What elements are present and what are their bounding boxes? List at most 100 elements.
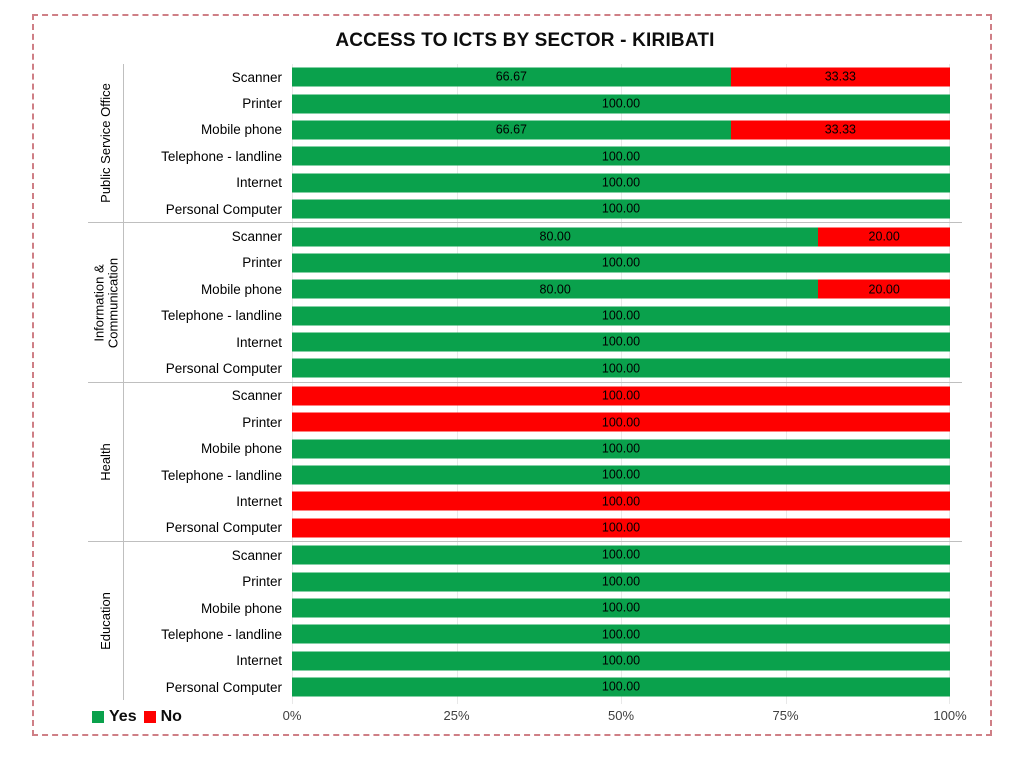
bar-segment-yes[interactable]: 66.67 <box>292 120 731 140</box>
bar-segment-no[interactable]: 100.00 <box>292 386 950 406</box>
sector-groups: Public Service Office Scanner 66.67 33.33 Pr… <box>88 64 962 701</box>
row-label: Personal Computer <box>165 679 282 695</box>
row-label: Scanner <box>231 229 282 245</box>
row-label: Personal Computer <box>165 360 282 376</box>
bar-value-label: 100.00 <box>601 201 641 216</box>
bar-track: 80.00 20.00 <box>292 227 950 247</box>
bar-segment-no[interactable]: 100.00 <box>292 491 950 511</box>
bar-segment-yes[interactable]: 100.00 <box>292 598 950 618</box>
x-axis: 0% 25% 50% 75% 100% <box>283 706 967 728</box>
bar-segment-yes[interactable]: 100.00 <box>292 624 950 644</box>
bar-segment-no[interactable]: 20.00 <box>818 279 950 299</box>
row-label: Mobile phone <box>200 122 282 138</box>
chart-row: Mobile phone 100.00 <box>88 595 962 621</box>
row-label: Internet <box>236 653 282 669</box>
chart-row: Internet 100.00 <box>88 648 962 674</box>
row-bars: 100.00 <box>292 435 950 461</box>
row-label: Scanner <box>231 547 282 563</box>
bar-segment-yes[interactable]: 100.00 <box>292 465 950 485</box>
bar-track: 100.00 <box>292 306 950 326</box>
row-bars: 80.00 20.00 <box>292 223 950 249</box>
bar-track: 100.00 <box>292 439 950 459</box>
chart-row: Mobile phone 100.00 <box>88 435 962 461</box>
bar-segment-yes[interactable]: 100.00 <box>292 332 950 352</box>
row-bars: 100.00 <box>292 462 950 488</box>
row-bars: 100.00 <box>292 568 950 594</box>
bar-segment-yes[interactable]: 100.00 <box>292 358 950 378</box>
chart-title: ACCESS TO ICTS BY SECTOR - KIRIBATI <box>335 30 715 51</box>
bar-segment-yes[interactable]: 66.67 <box>292 67 731 87</box>
bar-segment-no[interactable]: 100.00 <box>292 412 950 432</box>
bar-value-label: 100.00 <box>601 175 641 190</box>
bar-segment-yes[interactable]: 100.00 <box>292 253 950 273</box>
row-label: Printer <box>242 414 282 430</box>
chart-row: Telephone - landline 100.00 <box>88 303 962 329</box>
bar-segment-yes[interactable]: 100.00 <box>292 572 950 592</box>
chart-row: Personal Computer 100.00 <box>88 196 962 222</box>
bar-value-label: 20.00 <box>868 282 900 297</box>
row-bars: 80.00 20.00 <box>292 276 950 302</box>
chart-row: Telephone - landline 100.00 <box>88 462 962 488</box>
chart-row: Personal Computer 100.00 <box>88 515 962 541</box>
bar-segment-yes[interactable]: 100.00 <box>292 146 950 166</box>
bar-track: 100.00 <box>292 173 950 193</box>
row-label: Printer <box>242 96 282 112</box>
bar-value-label: 100.00 <box>601 415 641 430</box>
row-label: Personal Computer <box>165 201 282 217</box>
chart-row: Telephone - landline 100.00 <box>88 143 962 169</box>
bar-segment-yes[interactable]: 100.00 <box>292 439 950 459</box>
row-bars: 100.00 <box>292 329 950 355</box>
chart-row: Telephone - landline 100.00 <box>88 621 962 647</box>
sector-group: Health Scanner 100.00 Printer 100.00 Mobile p… <box>88 381 962 542</box>
bar-segment-yes[interactable]: 100.00 <box>292 94 950 114</box>
sector-group: Public Service Office Scanner 66.67 33.33 Pr… <box>88 64 962 223</box>
legend-item-no[interactable]: No <box>143 708 182 726</box>
bar-segment-yes[interactable]: 100.00 <box>292 173 950 193</box>
chart-row: Mobile phone 66.67 33.33 <box>88 117 962 143</box>
bar-track: 66.67 33.33 <box>292 67 950 87</box>
bar-segment-no[interactable]: 100.00 <box>292 518 950 538</box>
chart-row: Printer 100.00 <box>88 409 962 435</box>
legend-swatch-yes-icon <box>92 711 104 723</box>
chart-row: Scanner 66.67 33.33 <box>88 64 962 90</box>
bar-value-label: 100.00 <box>601 334 641 349</box>
bar-segment-yes[interactable]: 100.00 <box>292 677 950 697</box>
row-bars: 100.00 <box>292 542 950 568</box>
bar-track: 100.00 <box>292 491 950 511</box>
bar-value-label: 100.00 <box>601 520 641 535</box>
row-bars: 100.00 <box>292 143 950 169</box>
legend-item-yes[interactable]: Yes <box>92 708 137 726</box>
bar-value-label: 100.00 <box>601 361 641 376</box>
bar-value-label: 100.00 <box>601 96 641 111</box>
bar-segment-yes[interactable]: 100.00 <box>292 306 950 326</box>
plot-area: Public Service Office Scanner 66.67 33.33 Pr… <box>88 64 962 704</box>
bar-value-label: 100.00 <box>601 600 641 615</box>
row-bars: 100.00 <box>292 648 950 674</box>
bar-track: 100.00 <box>292 677 950 697</box>
bar-segment-yes[interactable]: 80.00 <box>292 279 819 299</box>
chart-row: Printer 100.00 <box>88 568 962 594</box>
bar-segment-yes[interactable]: 100.00 <box>292 651 950 671</box>
bar-segment-yes[interactable]: 80.00 <box>292 227 819 247</box>
bar-segment-yes[interactable]: 100.00 <box>292 545 950 565</box>
bar-segment-yes[interactable]: 100.00 <box>292 199 950 219</box>
bar-value-label: 100.00 <box>601 388 641 403</box>
bar-segment-no[interactable]: 33.33 <box>730 67 950 87</box>
row-label: Mobile phone <box>200 281 282 297</box>
bar-track: 100.00 <box>292 598 950 618</box>
bar-value-label: 100.00 <box>601 653 641 668</box>
bar-segment-no[interactable]: 33.33 <box>730 120 950 140</box>
row-label: Telephone - landline <box>161 148 282 164</box>
axis-tick-label: 75% <box>772 708 799 723</box>
chart-footer: Yes No 0% 25% 50% 75% 100% <box>88 706 967 732</box>
legend-swatch-no-icon <box>143 711 156 723</box>
sector-group: Education Scanner 100.00 Printer 100.00 Mobil… <box>88 541 962 701</box>
bar-value-label: 33.33 <box>824 69 856 84</box>
chart-row: Personal Computer 100.00 <box>88 355 962 381</box>
row-bars: 100.00 <box>292 250 950 276</box>
chart-row: Scanner 80.00 20.00 <box>88 223 962 249</box>
row-bars: 100.00 <box>292 383 950 409</box>
bar-segment-no[interactable]: 20.00 <box>818 227 950 247</box>
row-bars: 100.00 <box>292 303 950 329</box>
row-label: Mobile phone <box>200 600 282 616</box>
